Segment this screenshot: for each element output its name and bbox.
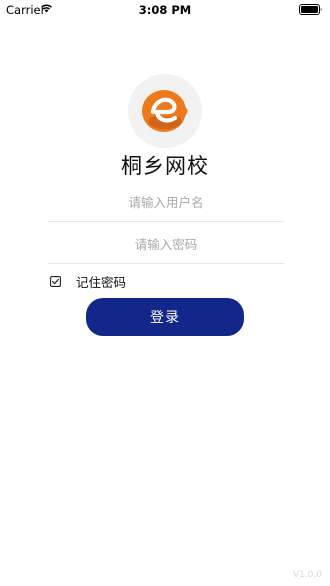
app-logo [128, 74, 202, 148]
password-field-container [48, 226, 284, 264]
login-screen: Carrier 3:08 PM 桐乡网校 请输入用户名 记住密码 登录 V1.0… [0, 0, 330, 586]
remember-password-label: 记住密码 [76, 274, 127, 290]
login-button[interactable]: 登录 [86, 298, 244, 336]
password-input[interactable] [48, 226, 284, 263]
username-input[interactable] [48, 184, 284, 221]
status-bar: Carrier 3:08 PM [0, 0, 330, 20]
logo-e-icon [142, 90, 188, 132]
battery-icon [299, 4, 322, 15]
clock: 3:08 PM [138, 3, 192, 17]
remember-password-row[interactable]: 记住密码 [50, 272, 126, 290]
version-label: V1.0.0 [292, 570, 322, 580]
checkbox-checked-icon[interactable] [50, 275, 61, 287]
app-title: 桐乡网校 [121, 154, 209, 178]
username-field-container [48, 184, 284, 222]
